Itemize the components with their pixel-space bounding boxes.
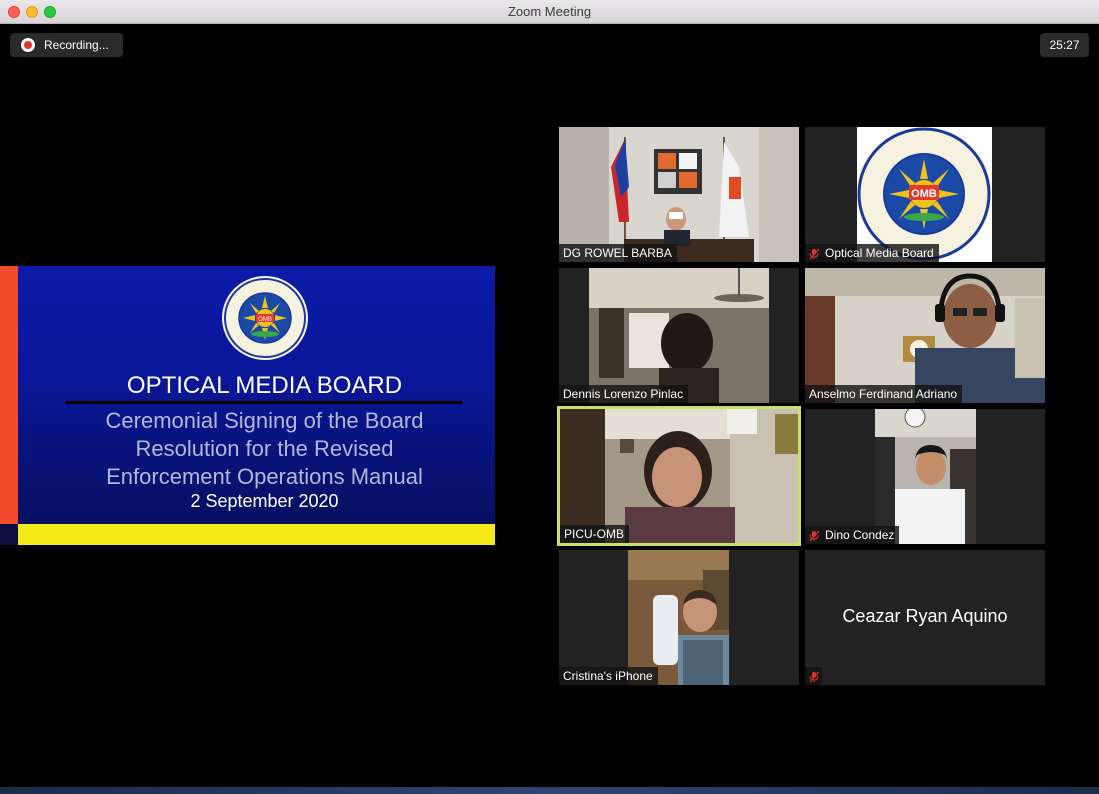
participant-name-text: Anselmo Ferdinand Adriano <box>809 387 958 401</box>
participant-name: Dino Condez <box>805 526 900 544</box>
slide-subtitle: Ceremonial Signing of the Board Resoluti… <box>36 407 493 491</box>
shared-screen[interactable]: OMB OPTICAL MEDIA BOARD Ceremonial Signi… <box>0 266 495 545</box>
participant-video <box>805 268 1045 403</box>
slide-subtitle-line: Enforcement Operations Manual <box>106 464 423 489</box>
participant-tile-active-speaker[interactable]: PICU-OMB <box>557 406 801 546</box>
participant-tile[interactable]: Cristina's iPhone <box>559 550 799 685</box>
participant-name: Cristina's iPhone <box>559 667 658 685</box>
participant-tile[interactable]: Anselmo Ferdinand Adriano <box>805 268 1045 403</box>
participant-name-text: Dennis Lorenzo Pinlac <box>563 387 684 401</box>
participant-tile[interactable]: DG ROWEL BARBA <box>559 127 799 262</box>
participant-name-text: DG ROWEL BARBA <box>563 246 672 260</box>
slide-date: 2 September 2020 <box>190 491 339 511</box>
window-titlebar: Zoom Meeting <box>0 0 1099 24</box>
record-icon <box>21 38 35 52</box>
meeting-timer: 25:27 <box>1040 33 1089 57</box>
omb-seal-logo: OMB <box>222 276 308 360</box>
participant-name: DG ROWEL BARBA <box>559 244 677 262</box>
recording-indicator[interactable]: Recording... <box>10 33 123 57</box>
participant-name: PICU-OMB <box>560 525 629 543</box>
participant-display-name: Ceazar Ryan Aquino <box>842 606 1008 626</box>
mic-muted-icon <box>809 530 820 542</box>
slide-subtitle-line: Ceremonial Signing of the Board <box>105 408 424 433</box>
participant-video: OMB <box>857 127 992 262</box>
seal-center-text: OMB <box>911 188 937 200</box>
slide-bottom-bar <box>18 524 495 545</box>
recording-label: Recording... <box>44 38 109 52</box>
participant-video <box>559 127 799 262</box>
participant-video <box>875 409 976 544</box>
participant-name-text: Cristina's iPhone <box>563 669 653 683</box>
participant-tile[interactable]: Ceazar Ryan Aquino <box>805 550 1045 685</box>
participant-tile[interactable]: OMB Optical Media Board <box>805 127 1045 262</box>
participant-video <box>560 409 798 543</box>
participant-tile[interactable]: Dennis Lorenzo Pinlac <box>559 268 799 403</box>
participant-name: Dennis Lorenzo Pinlac <box>559 385 689 403</box>
slide-left-bar <box>0 266 18 524</box>
slide-content: OMB OPTICAL MEDIA BOARD Ceremonial Signi… <box>18 266 495 524</box>
participant-video <box>589 268 769 403</box>
participant-name-text: PICU-OMB <box>564 527 624 541</box>
mic-muted-icon <box>809 248 820 260</box>
participant-name: Anselmo Ferdinand Adriano <box>805 385 963 403</box>
slide-divider <box>66 401 462 404</box>
participant-tile[interactable]: Dino Condez <box>805 409 1045 544</box>
participant-name-text: Dino Condez <box>825 528 895 542</box>
participant-name-text: Optical Media Board <box>825 246 934 260</box>
slide-subtitle-line: Resolution for the Revised <box>135 436 394 461</box>
slide-bottom-left <box>0 524 18 545</box>
participant-name: Optical Media Board <box>805 244 939 262</box>
desktop-strip <box>0 787 1099 794</box>
seal-center-text: OMB <box>258 317 272 323</box>
participant-video <box>628 550 729 685</box>
slide-title: OPTICAL MEDIA BOARD <box>126 372 403 399</box>
window-title: Zoom Meeting <box>507 4 592 19</box>
participant-name <box>805 667 822 685</box>
mic-muted-icon <box>809 671 820 683</box>
